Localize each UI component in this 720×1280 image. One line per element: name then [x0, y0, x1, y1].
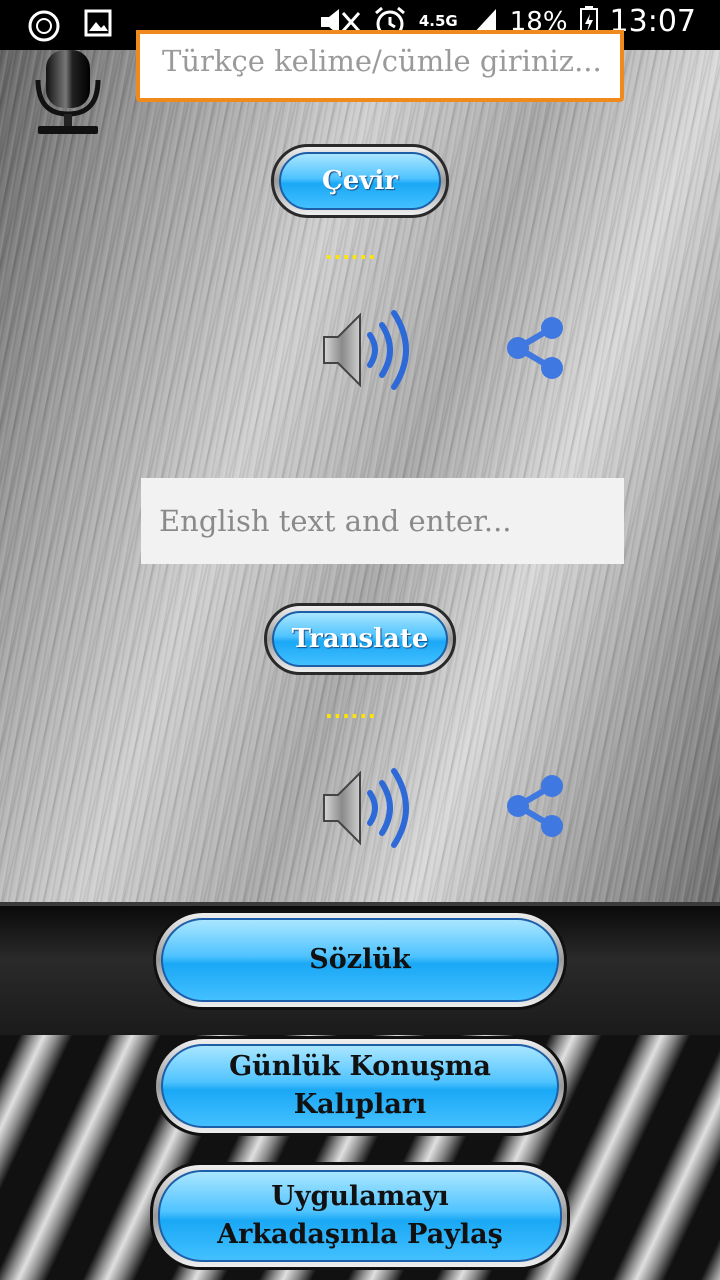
phrases-button[interactable]: Günlük Konuşma Kalıpları	[153, 1036, 567, 1136]
turkish-translate-button[interactable]: Çevir	[271, 144, 449, 218]
turkish-text-input[interactable]: Türkçe kelime/cümle giriniz...	[136, 30, 624, 102]
speaker-icon[interactable]	[318, 763, 418, 853]
dictionary-button[interactable]: Sözlük	[153, 910, 567, 1010]
share-icon[interactable]	[504, 315, 568, 381]
share-app-button[interactable]: Uygulamayı Arkadaşınla Paylaş	[150, 1162, 570, 1270]
turkish-translate-label: Çevir	[279, 152, 441, 210]
share-icon[interactable]	[504, 773, 568, 839]
microphone-icon[interactable]	[30, 50, 106, 138]
english-result-text: ......	[325, 699, 377, 723]
english-text-input[interactable]	[141, 478, 624, 564]
phrases-label: Günlük Konuşma Kalıpları	[161, 1044, 559, 1128]
turkish-input-placeholder: Türkçe kelime/cümle giriniz...	[162, 44, 602, 78]
speaker-icon[interactable]	[318, 305, 418, 395]
image-icon	[84, 9, 112, 37]
english-translate-button[interactable]: Translate	[264, 603, 456, 675]
dictionary-label: Sözlük	[161, 918, 559, 1002]
notification-circle-icon	[28, 10, 60, 42]
network-type: 4.5G	[418, 12, 458, 30]
english-translate-label: Translate	[272, 611, 448, 667]
share-app-label: Uygulamayı Arkadaşınla Paylaş	[158, 1170, 562, 1262]
turkish-result-text: ......	[325, 240, 377, 264]
